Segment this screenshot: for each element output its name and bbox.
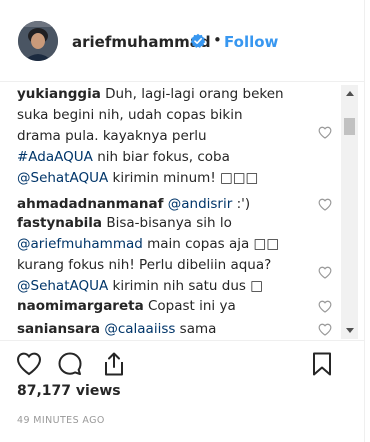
views-count[interactable]: 87,177 views — [17, 383, 121, 399]
share-icon[interactable] — [101, 351, 127, 377]
comments-scrollbar[interactable] — [341, 85, 358, 339]
heart-icon[interactable] — [318, 323, 332, 336]
comments-list[interactable]: yukianggia Duh, lagi-lagi orang beken su… — [0, 84, 340, 340]
mention-link[interactable]: @SehatAQUA — [17, 170, 108, 186]
scroll-thumb[interactable] — [344, 118, 355, 135]
heart-icon[interactable] — [16, 351, 42, 377]
comment-text: nih biar fokus, coba — [92, 149, 230, 165]
comment-item: naomimargareta Copast ini ya — [17, 296, 337, 317]
scroll-down-arrow-icon[interactable] — [341, 322, 358, 339]
comment-username[interactable]: saniansara — [17, 321, 100, 337]
avatar[interactable] — [18, 21, 58, 61]
comment-text: sama — [175, 321, 217, 337]
comment-text: main copas aja □□ — [142, 236, 280, 252]
comment-text: Copast ini ya — [143, 298, 236, 314]
mention-link[interactable]: @SehatAQUA — [17, 278, 108, 294]
hashtag-link[interactable]: #AdaAQUA — [17, 149, 93, 165]
comment-text: suka begini nih, udah copas bikin — [17, 107, 243, 123]
post-actions — [0, 340, 365, 384]
comment-text: kurang fokus nih! Perlu dibeliin aqua? — [17, 257, 272, 273]
comment-icon[interactable] — [57, 351, 83, 377]
separator-dot: • — [213, 31, 222, 49]
scroll-up-arrow-icon[interactable] — [341, 85, 358, 102]
post-timestamp[interactable]: 49 MINUTES AGO — [17, 415, 105, 426]
bookmark-icon[interactable] — [309, 351, 335, 377]
heart-icon[interactable] — [318, 266, 332, 279]
post-panel: ariefmuhammad • Follow yukianggia Duh, l… — [0, 0, 365, 442]
mention-link[interactable]: @ariefmuhammad — [17, 236, 143, 252]
heart-icon[interactable] — [318, 126, 332, 139]
mention-link[interactable]: @calaaiiss — [104, 321, 175, 337]
heart-icon[interactable] — [318, 198, 332, 211]
post-header: ariefmuhammad • Follow — [0, 0, 365, 82]
mention-link[interactable]: @andisrir — [168, 196, 233, 212]
heart-icon[interactable] — [318, 300, 332, 313]
comment-text: kirimin nih satu dus □ — [108, 278, 263, 294]
comment-username[interactable]: ahmadadnanmanaf — [17, 196, 163, 212]
comment-item: saniansara @calaaiiss sama — [17, 319, 337, 340]
verified-badge-icon — [190, 33, 206, 49]
comment-item: fastynabila Bisa-bisanya sih lo @ariefmu… — [17, 213, 337, 297]
comment-username[interactable]: fastynabila — [17, 215, 102, 231]
follow-button[interactable]: Follow — [224, 33, 278, 51]
comment-text: Bisa-bisanya sih lo — [102, 215, 232, 231]
comment-item: ahmadadnanmanaf @andisrir :') — [17, 194, 337, 215]
comment-username[interactable]: yukianggia — [17, 86, 101, 102]
comment-text: :') — [232, 196, 251, 212]
comment-username[interactable]: naomimargareta — [17, 298, 144, 314]
comment-text: Duh, lagi-lagi orang beken — [100, 86, 284, 102]
comment-text: kirimin minum! □□□ — [108, 170, 259, 186]
comment-item: yukianggia Duh, lagi-lagi orang beken su… — [17, 84, 337, 189]
comment-text: drama pula. kayaknya perlu — [17, 128, 207, 144]
